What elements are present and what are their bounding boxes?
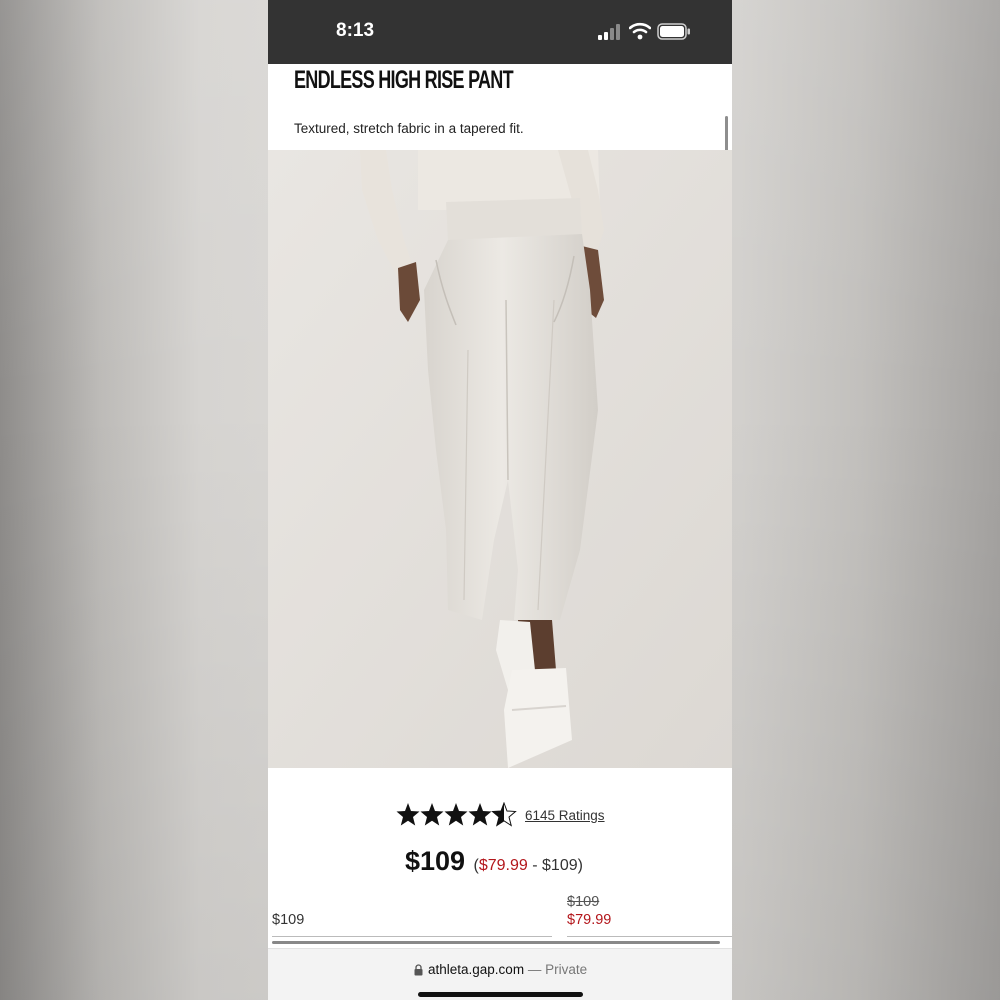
star-icon (420, 803, 444, 826)
price-main: $109 (405, 846, 466, 876)
product-title: ENDLESS HIGH RISE PANT (294, 66, 514, 94)
price-range-rest: - $109) (527, 857, 583, 874)
lock-icon (414, 964, 423, 976)
variant-divider-left (272, 936, 552, 937)
variant-option-left-price[interactable]: $109 (272, 912, 304, 928)
product-image[interactable] (268, 150, 732, 768)
variant-option-right-sale-price[interactable]: $79.99 (567, 912, 611, 928)
status-time: 8:13 (336, 20, 375, 41)
price-row: $109 ($79.99 - $109) (405, 846, 583, 877)
product-photo-illustration (268, 150, 732, 768)
horizontal-scrollbar[interactable] (272, 941, 720, 944)
star-icon (468, 803, 492, 826)
variant-option-right-original-price[interactable]: $109 (567, 894, 599, 910)
variant-divider-right (567, 936, 732, 937)
private-label: — Private (524, 962, 588, 977)
product-subtitle: Textured, stretch fabric in a tapered fi… (294, 121, 524, 136)
home-indicator[interactable] (418, 992, 583, 997)
ratings-link[interactable]: 6145 Ratings (525, 808, 605, 823)
signal-icon (598, 24, 620, 40)
price-range-sale: $79.99 (478, 857, 528, 874)
url-domain: athleta.gap.com (428, 962, 525, 977)
url-display[interactable]: athleta.gap.com — Private (428, 962, 587, 977)
status-bar: 8:13 (268, 0, 732, 64)
star-icon (444, 803, 468, 826)
browser-address-bar[interactable]: athleta.gap.com — Private (268, 948, 732, 1000)
phone-screen: 8:13 ENDLESS HIGH RISE PANT Textured, st… (268, 0, 732, 1000)
wifi-icon (629, 22, 651, 40)
price-range: ($79.99 - $109) (474, 857, 583, 874)
star-rating-icon (396, 802, 517, 827)
star-icon (396, 803, 420, 826)
battery-icon (657, 23, 690, 40)
